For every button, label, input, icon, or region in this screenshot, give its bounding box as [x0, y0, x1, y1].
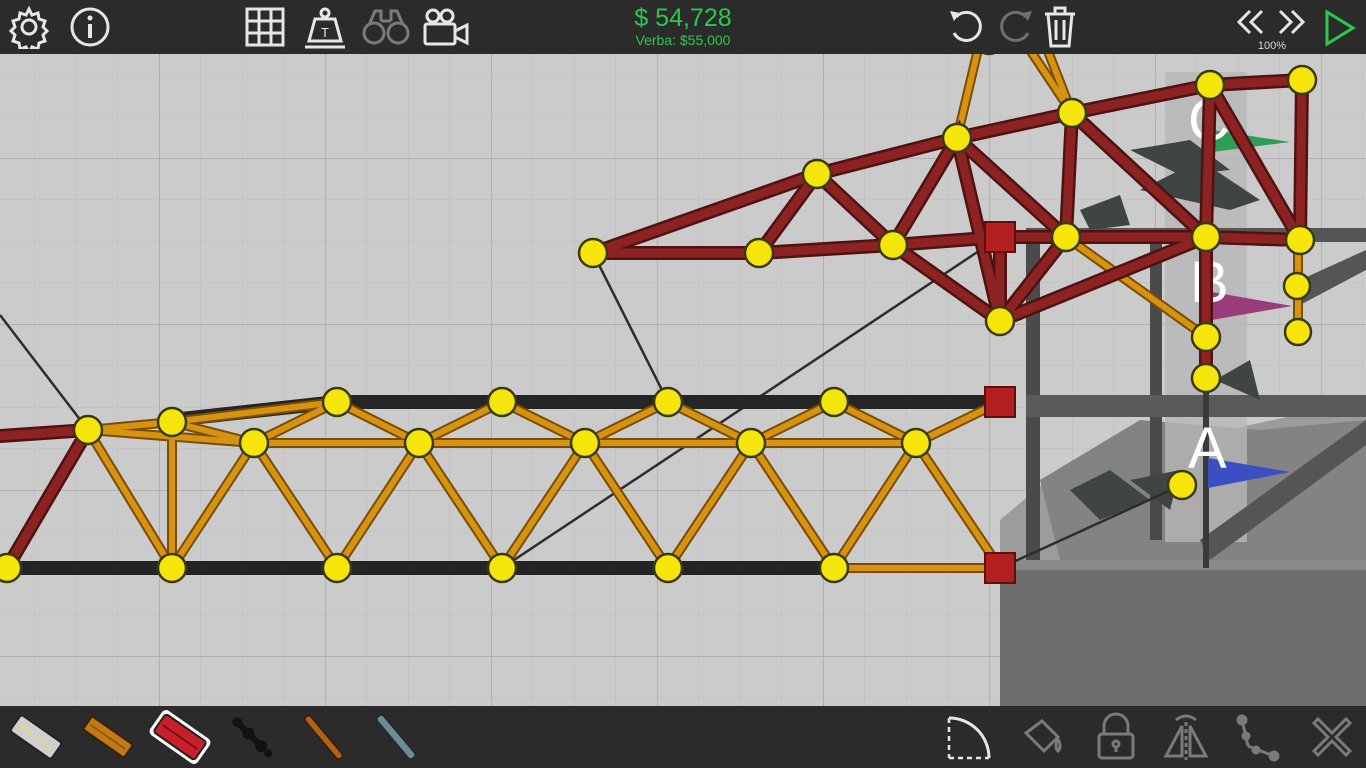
speed-label: 100% [1257, 40, 1287, 52]
joint[interactable] [238, 427, 270, 459]
joint[interactable] [156, 552, 188, 584]
joint[interactable] [1190, 321, 1222, 353]
wood-material[interactable] [76, 708, 140, 766]
joint[interactable] [652, 552, 684, 584]
anchor-bottom[interactable] [984, 552, 1016, 584]
joint[interactable] [72, 414, 104, 446]
rope-material[interactable] [220, 708, 284, 766]
joint[interactable] [1194, 69, 1226, 101]
joint[interactable] [569, 427, 601, 459]
joint[interactable] [403, 427, 435, 459]
budget-display: $ 54,728 Verba: $55,000 [560, 4, 806, 48]
top-toolbar: T $ 54,728 Verba: $55,000 100% [0, 0, 1366, 54]
undo-icon[interactable] [944, 4, 988, 50]
rewind-icon[interactable] [1232, 4, 1268, 40]
joint[interactable] [486, 386, 518, 418]
paint-bucket-icon[interactable] [1016, 710, 1068, 764]
joint[interactable] [1282, 271, 1312, 301]
info-icon[interactable] [67, 4, 113, 50]
play-icon[interactable] [1318, 6, 1360, 50]
weight-icon[interactable]: T [302, 4, 348, 50]
fast-forward-icon[interactable] [1274, 4, 1310, 40]
joint[interactable] [801, 158, 833, 190]
joint[interactable] [1286, 64, 1318, 96]
joint[interactable] [984, 305, 1016, 337]
budget-amount: $ 54,728 [634, 4, 732, 32]
lock-icon[interactable] [1090, 710, 1142, 764]
redo-icon[interactable] [994, 4, 1038, 50]
joint[interactable] [900, 427, 932, 459]
joint[interactable] [941, 122, 973, 154]
svg-text:T: T [321, 25, 329, 40]
split-joint-icon[interactable] [1232, 710, 1284, 764]
mirror-icon[interactable] [1160, 710, 1212, 764]
joint[interactable] [743, 237, 775, 269]
joint[interactable] [1283, 317, 1313, 347]
camera-icon[interactable] [420, 4, 472, 50]
build-canvas[interactable]: C B A [0, 0, 1366, 768]
joint[interactable] [1166, 469, 1198, 501]
close-icon[interactable] [1306, 710, 1358, 764]
budget-limit: Verba: $55,000 [635, 32, 731, 48]
joint[interactable] [321, 552, 353, 584]
joint[interactable] [652, 386, 684, 418]
trash-icon[interactable] [1038, 4, 1082, 50]
joint[interactable] [577, 237, 609, 269]
joint[interactable] [1284, 224, 1316, 256]
joint[interactable] [1056, 97, 1088, 129]
joint[interactable] [156, 406, 188, 438]
joint[interactable] [1050, 221, 1082, 253]
joint[interactable] [877, 229, 909, 261]
steel-material[interactable] [364, 708, 428, 766]
grid-icon[interactable] [242, 4, 288, 50]
binoculars-icon[interactable] [360, 4, 412, 50]
joint[interactable] [735, 427, 767, 459]
joint[interactable] [486, 552, 518, 584]
anchor-top[interactable] [984, 221, 1016, 253]
cable-material[interactable] [292, 708, 356, 766]
joint[interactable] [818, 386, 850, 418]
joint[interactable] [1190, 362, 1222, 394]
arc-tool-icon[interactable] [944, 710, 994, 764]
joint[interactable] [818, 552, 850, 584]
joint[interactable] [1190, 221, 1222, 253]
joint[interactable] [0, 552, 23, 584]
checkpoint-label-a: A [1188, 416, 1227, 481]
reinforced-road-material[interactable] [148, 708, 212, 766]
joint[interactable] [321, 386, 353, 418]
anchor-middle[interactable] [984, 386, 1016, 418]
road-material[interactable] [4, 708, 68, 766]
gear-icon[interactable] [6, 4, 52, 50]
